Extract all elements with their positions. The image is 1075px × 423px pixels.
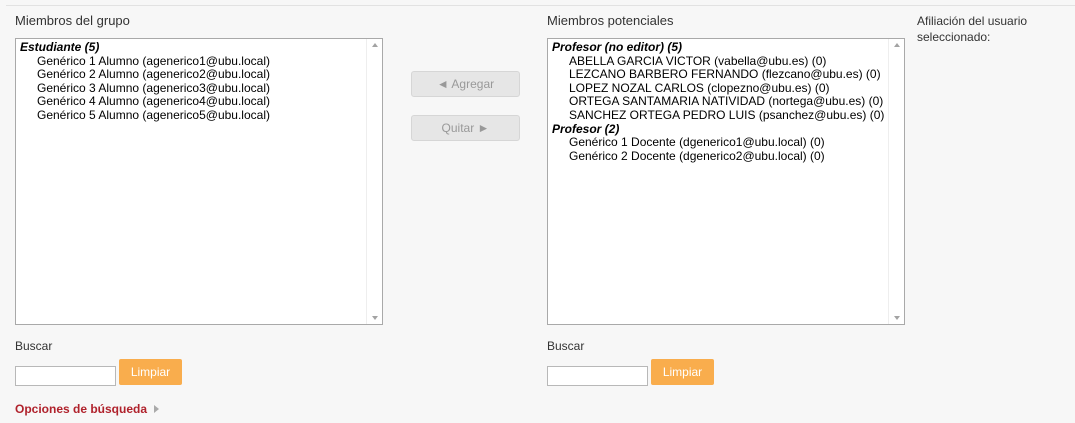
potential-members-search-label: Buscar <box>547 339 585 353</box>
group-members-search-label: Buscar <box>15 339 53 353</box>
group-members-scrollbar[interactable] <box>366 39 382 324</box>
add-button[interactable]: ◄ Agregar <box>411 71 520 97</box>
group_members-option[interactable]: Genérico 3 Alumno (agenerico3@ubu.local) <box>20 81 362 96</box>
group_members-option[interactable]: Genérico 2 Alumno (agenerico2@ubu.local) <box>20 68 362 82</box>
user-affiliation-label: Afiliación del usuario seleccionado: <box>917 14 1028 44</box>
potential-members-listbox[interactable]: Profesor (no editor) (5) ABELLA GARCIA VI… <box>547 38 905 325</box>
scroll-up-arrow-icon[interactable] <box>372 43 378 47</box>
potential_members-option[interactable]: LEZCANO BARBERO FERNANDO (flezcano@ubu.e… <box>552 68 884 82</box>
potential_members-option[interactable]: LOPEZ NOZAL CARLOS (clopezno@ubu.es) (0) <box>552 81 884 96</box>
potential-members-options: Profesor (no editor) (5) ABELLA GARCIA VI… <box>548 39 904 163</box>
group_members-option[interactable]: Genérico 1 Alumno (agenerico1@ubu.local) <box>20 54 362 69</box>
group_members-option[interactable]: Genérico 4 Alumno (agenerico4@ubu.local) <box>20 95 362 109</box>
group-members-clear-button[interactable]: Limpiar <box>119 359 182 385</box>
group_members-option[interactable]: Genérico 5 Alumno (agenerico5@ubu.local) <box>20 108 362 123</box>
potential-members-clear-button[interactable]: Limpiar <box>651 359 714 385</box>
potential_members-option[interactable]: ORTEGA SANTAMARIA NATIVIDAD (nortega@ubu… <box>552 95 884 109</box>
search-options-link[interactable]: Opciones de búsqueda <box>15 402 160 416</box>
remove-button[interactable]: Quitar ► <box>411 115 520 141</box>
potential-members-scrollbar[interactable] <box>888 39 904 324</box>
potential_members-optgroup-label: Profesor (no editor) (5) <box>552 40 683 54</box>
potential-members-label: Miembros potenciales <box>547 13 674 28</box>
search-options-label[interactable]: Opciones de búsqueda <box>15 402 147 416</box>
scroll-down-arrow-icon[interactable] <box>894 316 900 320</box>
potential_members-option[interactable]: ABELLA GARCIA VICTOR (vabella@ubu.es) (0… <box>552 54 884 69</box>
potential_members-option[interactable]: Genérico 1 Docente (dgenerico1@ubu.local… <box>552 136 884 150</box>
group_members-optgroup-label: Estudiante (5) <box>20 40 100 54</box>
top-divider <box>6 5 1075 6</box>
expand-arrow-icon[interactable] <box>154 405 160 413</box>
group-members-label: Miembros del grupo <box>15 13 130 28</box>
group-members-options: Estudiante (5) Genérico 1 Alumno (ageneri… <box>16 39 382 123</box>
scroll-down-arrow-icon[interactable] <box>372 316 378 320</box>
group-members-search-input[interactable] <box>15 366 116 386</box>
potential_members-optgroup-label: Profesor (2) <box>552 121 620 136</box>
group-members-listbox[interactable]: Estudiante (5) Genérico 1 Alumno (ageneri… <box>15 38 383 325</box>
scroll-up-arrow-icon[interactable] <box>894 43 900 47</box>
potential-members-search-input[interactable] <box>547 366 648 386</box>
potential_members-option[interactable]: SANCHEZ ORTEGA PEDRO LUIS (psanchez@ubu.… <box>552 108 884 123</box>
potential_members-option[interactable]: Genérico 2 Docente (dgenerico2@ubu.local… <box>552 149 884 164</box>
